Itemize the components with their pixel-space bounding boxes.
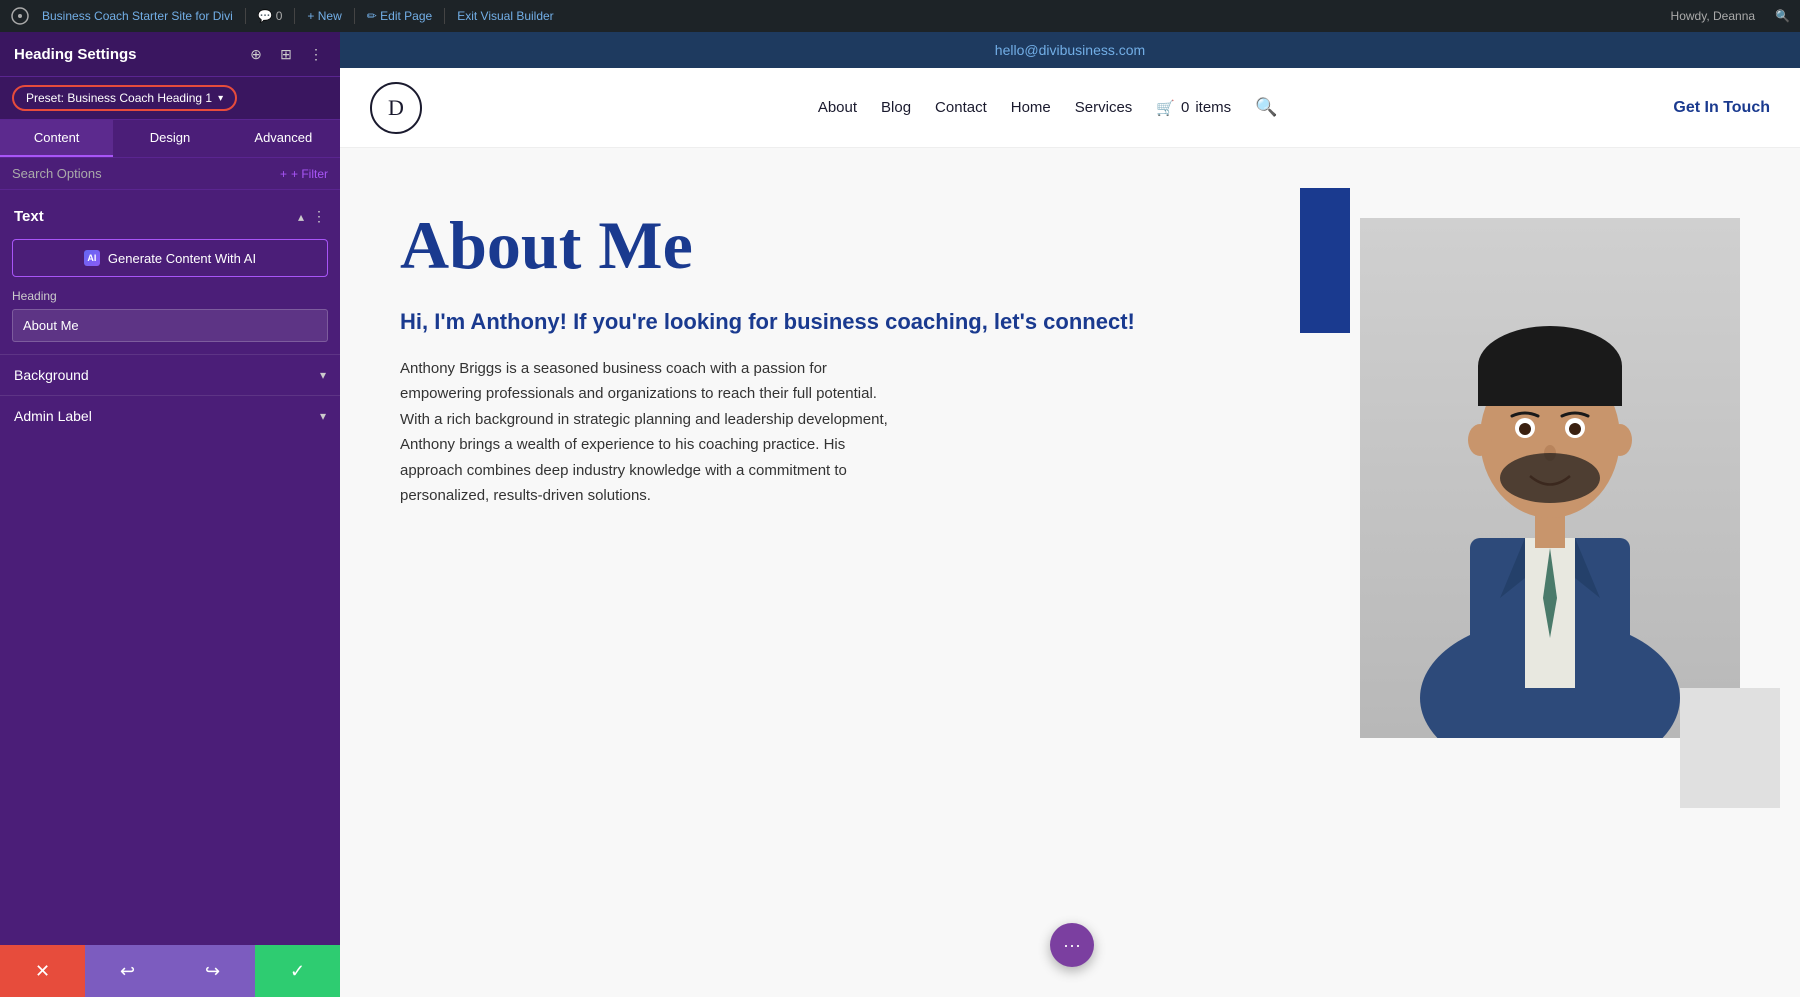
nav-logo[interactable]: D: [370, 82, 422, 134]
background-section[interactable]: Background ▾: [0, 354, 340, 395]
sidebar-search-bar: + + Filter: [0, 158, 340, 190]
howdy-text: Howdy, Deanna: [1671, 9, 1756, 23]
admin-label-section-label: Admin Label: [14, 408, 92, 424]
sidebar: Heading Settings ⊕ ⊞ ⋮ Preset: Business …: [0, 32, 340, 997]
nav-link-contact[interactable]: Contact: [935, 99, 987, 116]
undo-button[interactable]: ↩: [85, 945, 170, 997]
page-body: About Me Hi, I'm Anthony! If you're look…: [340, 148, 1800, 997]
tab-design[interactable]: Design: [113, 120, 226, 157]
site-name[interactable]: Business Coach Starter Site for Divi: [42, 9, 233, 23]
text-section-chevron-up-icon: ▴: [298, 210, 304, 224]
search-input[interactable]: [12, 166, 272, 181]
save-button[interactable]: ✓: [255, 945, 340, 997]
more-options-icon[interactable]: ⋮: [306, 44, 326, 64]
nav-cart[interactable]: 🛒 0 items: [1156, 99, 1231, 117]
text-section-header[interactable]: Text ▴ ⋮: [0, 198, 340, 233]
main-area: Heading Settings ⊕ ⊞ ⋮ Preset: Business …: [0, 32, 1800, 997]
redo-icon: ↪: [205, 961, 220, 982]
cart-icon: 🛒: [1156, 99, 1175, 117]
nav-link-about[interactable]: About: [818, 99, 857, 116]
cancel-button[interactable]: ✕: [0, 945, 85, 997]
cart-label: items: [1195, 99, 1231, 116]
text-section-right: ▴ ⋮: [298, 208, 326, 225]
sidebar-body: Text ▴ ⋮ AI Generate Content With AI Hea…: [0, 190, 340, 945]
page-body-text: Anthony Briggs is a seasoned business co…: [400, 356, 900, 509]
comment-icon: 💬: [258, 9, 273, 23]
sidebar-tabs: Content Design Advanced: [0, 120, 340, 158]
nav-link-blog[interactable]: Blog: [881, 99, 911, 116]
sidebar-header: Heading Settings ⊕ ⊞ ⋮: [0, 32, 340, 77]
nav-links: About Blog Contact Home Services 🛒 0 ite…: [818, 97, 1278, 118]
tab-content[interactable]: Content: [0, 120, 113, 157]
heading-input[interactable]: [12, 309, 328, 342]
columns-icon[interactable]: ⊞: [276, 44, 296, 64]
sidebar-header-icons: ⊕ ⊞ ⋮: [246, 44, 326, 64]
new-link[interactable]: + New: [307, 9, 341, 23]
heading-field-group: Heading: [0, 289, 340, 354]
filter-button[interactable]: + + Filter: [280, 167, 328, 181]
ai-generate-label: Generate Content With AI: [108, 251, 256, 266]
preset-pill[interactable]: Preset: Business Coach Heading 1 ▾: [12, 85, 237, 111]
separator4: [444, 8, 445, 24]
preset-chevron-icon: ▾: [218, 93, 223, 104]
admin-bar: Business Coach Starter Site for Divi 💬 0…: [0, 0, 1800, 32]
page-topbar: hello@divibusiness.com: [340, 32, 1800, 68]
admin-search-icon[interactable]: 🔍: [1775, 9, 1790, 23]
background-section-label: Background: [14, 367, 89, 383]
nav-link-home[interactable]: Home: [1011, 99, 1051, 116]
save-icon: ✓: [290, 961, 305, 982]
background-chevron-down-icon: ▾: [320, 368, 326, 382]
page-text-area: About Me Hi, I'm Anthony! If you're look…: [400, 188, 1280, 509]
tab-advanced[interactable]: Advanced: [227, 120, 340, 157]
sidebar-bottom-bar: ✕ ↩ ↪ ✓: [0, 945, 340, 997]
floating-menu-button[interactable]: ···: [1050, 923, 1094, 967]
nav-link-services[interactable]: Services: [1075, 99, 1133, 116]
page-content: hello@divibusiness.com D About Blog Cont…: [340, 32, 1800, 997]
wp-logo-icon[interactable]: [10, 6, 30, 26]
filter-label: + Filter: [291, 167, 328, 181]
preset-label: Preset: Business Coach Heading 1: [26, 91, 212, 105]
text-section-dots-icon[interactable]: ⋮: [312, 208, 326, 225]
page-subheading: Hi, I'm Anthony! If you're looking for b…: [400, 307, 1280, 338]
admin-label-section[interactable]: Admin Label ▾: [0, 395, 340, 436]
edit-page-link[interactable]: ✏ Edit Page: [367, 9, 432, 23]
page-image-area: [1320, 188, 1740, 768]
admin-label-chevron-down-icon: ▾: [320, 409, 326, 423]
nav-search-icon[interactable]: 🔍: [1255, 97, 1277, 118]
preset-bar: Preset: Business Coach Heading 1 ▾: [0, 77, 340, 120]
floating-menu-dots-icon: ···: [1063, 935, 1081, 956]
filter-plus-icon: +: [280, 167, 287, 181]
cart-count: 0: [1181, 99, 1189, 116]
page-nav: D About Blog Contact Home Services 🛒 0 i…: [340, 68, 1800, 148]
text-section-label: Text: [14, 208, 44, 225]
text-section-left: Text: [14, 208, 44, 225]
separator2: [294, 8, 295, 24]
separator3: [354, 8, 355, 24]
ai-icon: AI: [84, 250, 100, 266]
comments-link[interactable]: 💬 0: [258, 9, 283, 23]
redo-button[interactable]: ↪: [170, 945, 255, 997]
nav-cta-button[interactable]: Get In Touch: [1673, 99, 1770, 117]
gray-bg-block: [1680, 688, 1780, 808]
heading-field-label: Heading: [12, 289, 328, 303]
sidebar-title: Heading Settings: [14, 46, 137, 63]
email-link[interactable]: hello@divibusiness.com: [995, 42, 1145, 58]
person-illustration: [1360, 218, 1740, 738]
ai-generate-button[interactable]: AI Generate Content With AI: [12, 239, 328, 277]
blue-accent-block: [1300, 188, 1350, 333]
cancel-icon: ✕: [35, 961, 50, 982]
exit-builder-link[interactable]: Exit Visual Builder: [457, 9, 554, 23]
target-icon[interactable]: ⊕: [246, 44, 266, 64]
page-heading: About Me: [400, 208, 1280, 283]
person-image: [1360, 218, 1740, 738]
separator: [245, 8, 246, 24]
undo-icon: ↩: [120, 961, 135, 982]
